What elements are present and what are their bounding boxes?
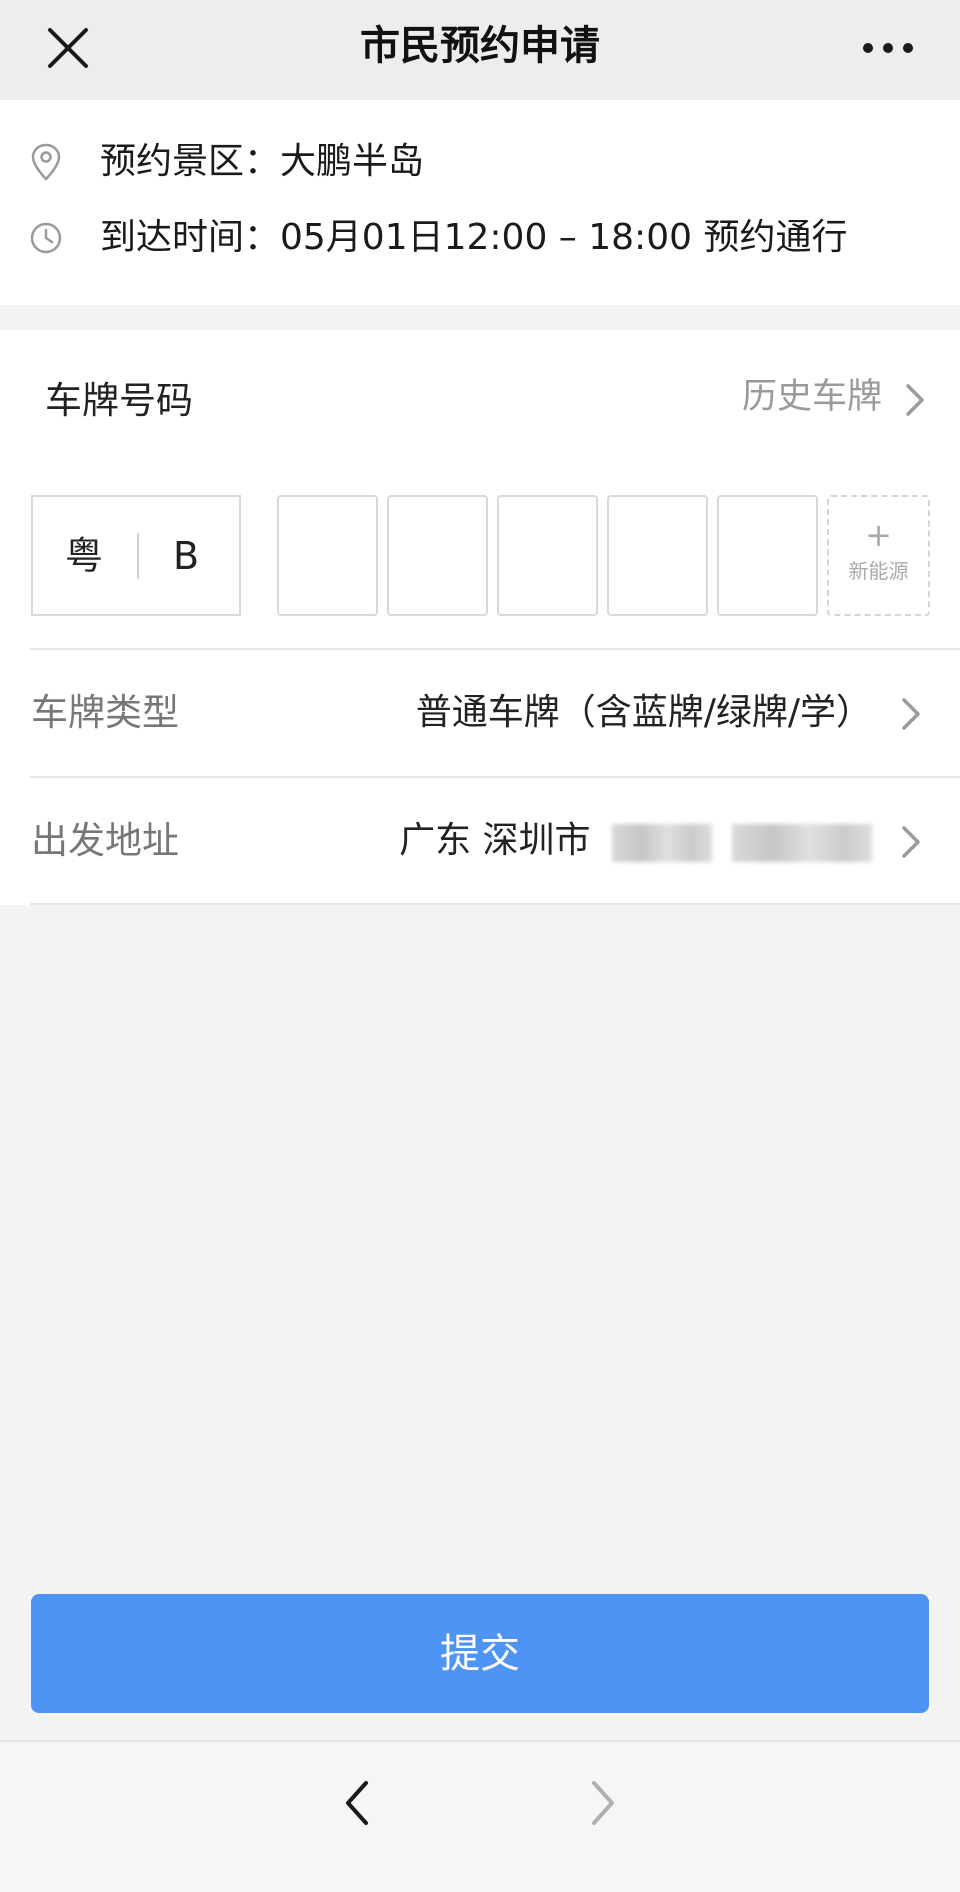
plate-header: 车牌号码 历史车牌 xyxy=(0,330,960,470)
departure-row[interactable]: 出发地址 广东 深圳市 xyxy=(0,778,960,904)
province-separator xyxy=(137,533,139,579)
plus-icon: + xyxy=(865,516,892,554)
plate-char-box-2[interactable] xyxy=(387,495,488,616)
plate-number-label: 车牌号码 xyxy=(45,379,193,422)
top-bar: 市民预约申请 xyxy=(0,0,960,100)
plate-type-value: 普通车牌（含蓝牌/绿牌/学） xyxy=(415,692,872,733)
submit-button[interactable]: 提交 xyxy=(31,1594,929,1713)
scenic-text: 预约景区：大鹏半岛 xyxy=(100,141,425,182)
plate-type-label: 车牌类型 xyxy=(31,691,179,734)
plate-char-box-3[interactable] xyxy=(497,495,598,616)
plate-char-box-4[interactable] xyxy=(607,495,708,616)
plate-type-row[interactable]: 车牌类型 普通车牌（含蓝牌/绿牌/学） xyxy=(0,650,960,776)
plate-input-row: 粤 B + 新能源 xyxy=(0,495,960,620)
chevron-right-icon xyxy=(902,826,920,858)
history-plates-link[interactable]: 历史车牌 xyxy=(742,374,882,420)
departure-label: 出发地址 xyxy=(31,819,179,862)
location-pin-icon xyxy=(31,143,61,181)
redacted-address xyxy=(612,819,872,865)
clock-icon xyxy=(30,222,62,254)
bottom-nav-bar xyxy=(0,1740,960,1892)
province-value: 粤 xyxy=(65,534,104,578)
scenic-row: 预约景区：大鹏半岛 xyxy=(0,132,960,192)
reservation-info: 预约景区：大鹏半岛 到达时间：05月01日12:00 – 18:00 预约通行 xyxy=(0,100,960,305)
city-letter-value: B xyxy=(173,534,200,578)
divider xyxy=(30,903,960,905)
province-selector[interactable]: 粤 B xyxy=(31,495,241,616)
page-title: 市民预约申请 xyxy=(360,23,600,69)
arrival-text: 到达时间：05月01日12:00 – 18:00 预约通行 xyxy=(100,217,848,258)
vehicle-form: 车牌号码 历史车牌 粤 B + 新能源 车牌类型 普通车牌（含蓝牌/绿牌/学） … xyxy=(0,330,960,905)
forward-arrow-icon[interactable] xyxy=(588,1777,620,1829)
plate-char-box-1[interactable] xyxy=(277,495,378,616)
chevron-right-icon[interactable] xyxy=(900,380,930,420)
more-icon[interactable] xyxy=(860,30,916,66)
back-arrow-icon[interactable] xyxy=(340,1777,372,1829)
arrival-row: 到达时间：05月01日12:00 – 18:00 预约通行 xyxy=(0,208,960,268)
new-energy-button[interactable]: + 新能源 xyxy=(827,495,930,616)
new-energy-label: 新能源 xyxy=(848,559,909,583)
departure-value: 广东 深圳市 xyxy=(399,818,872,865)
plate-char-box-5[interactable] xyxy=(717,495,818,616)
departure-city: 广东 深圳市 xyxy=(399,820,591,861)
chevron-right-icon xyxy=(902,698,920,730)
